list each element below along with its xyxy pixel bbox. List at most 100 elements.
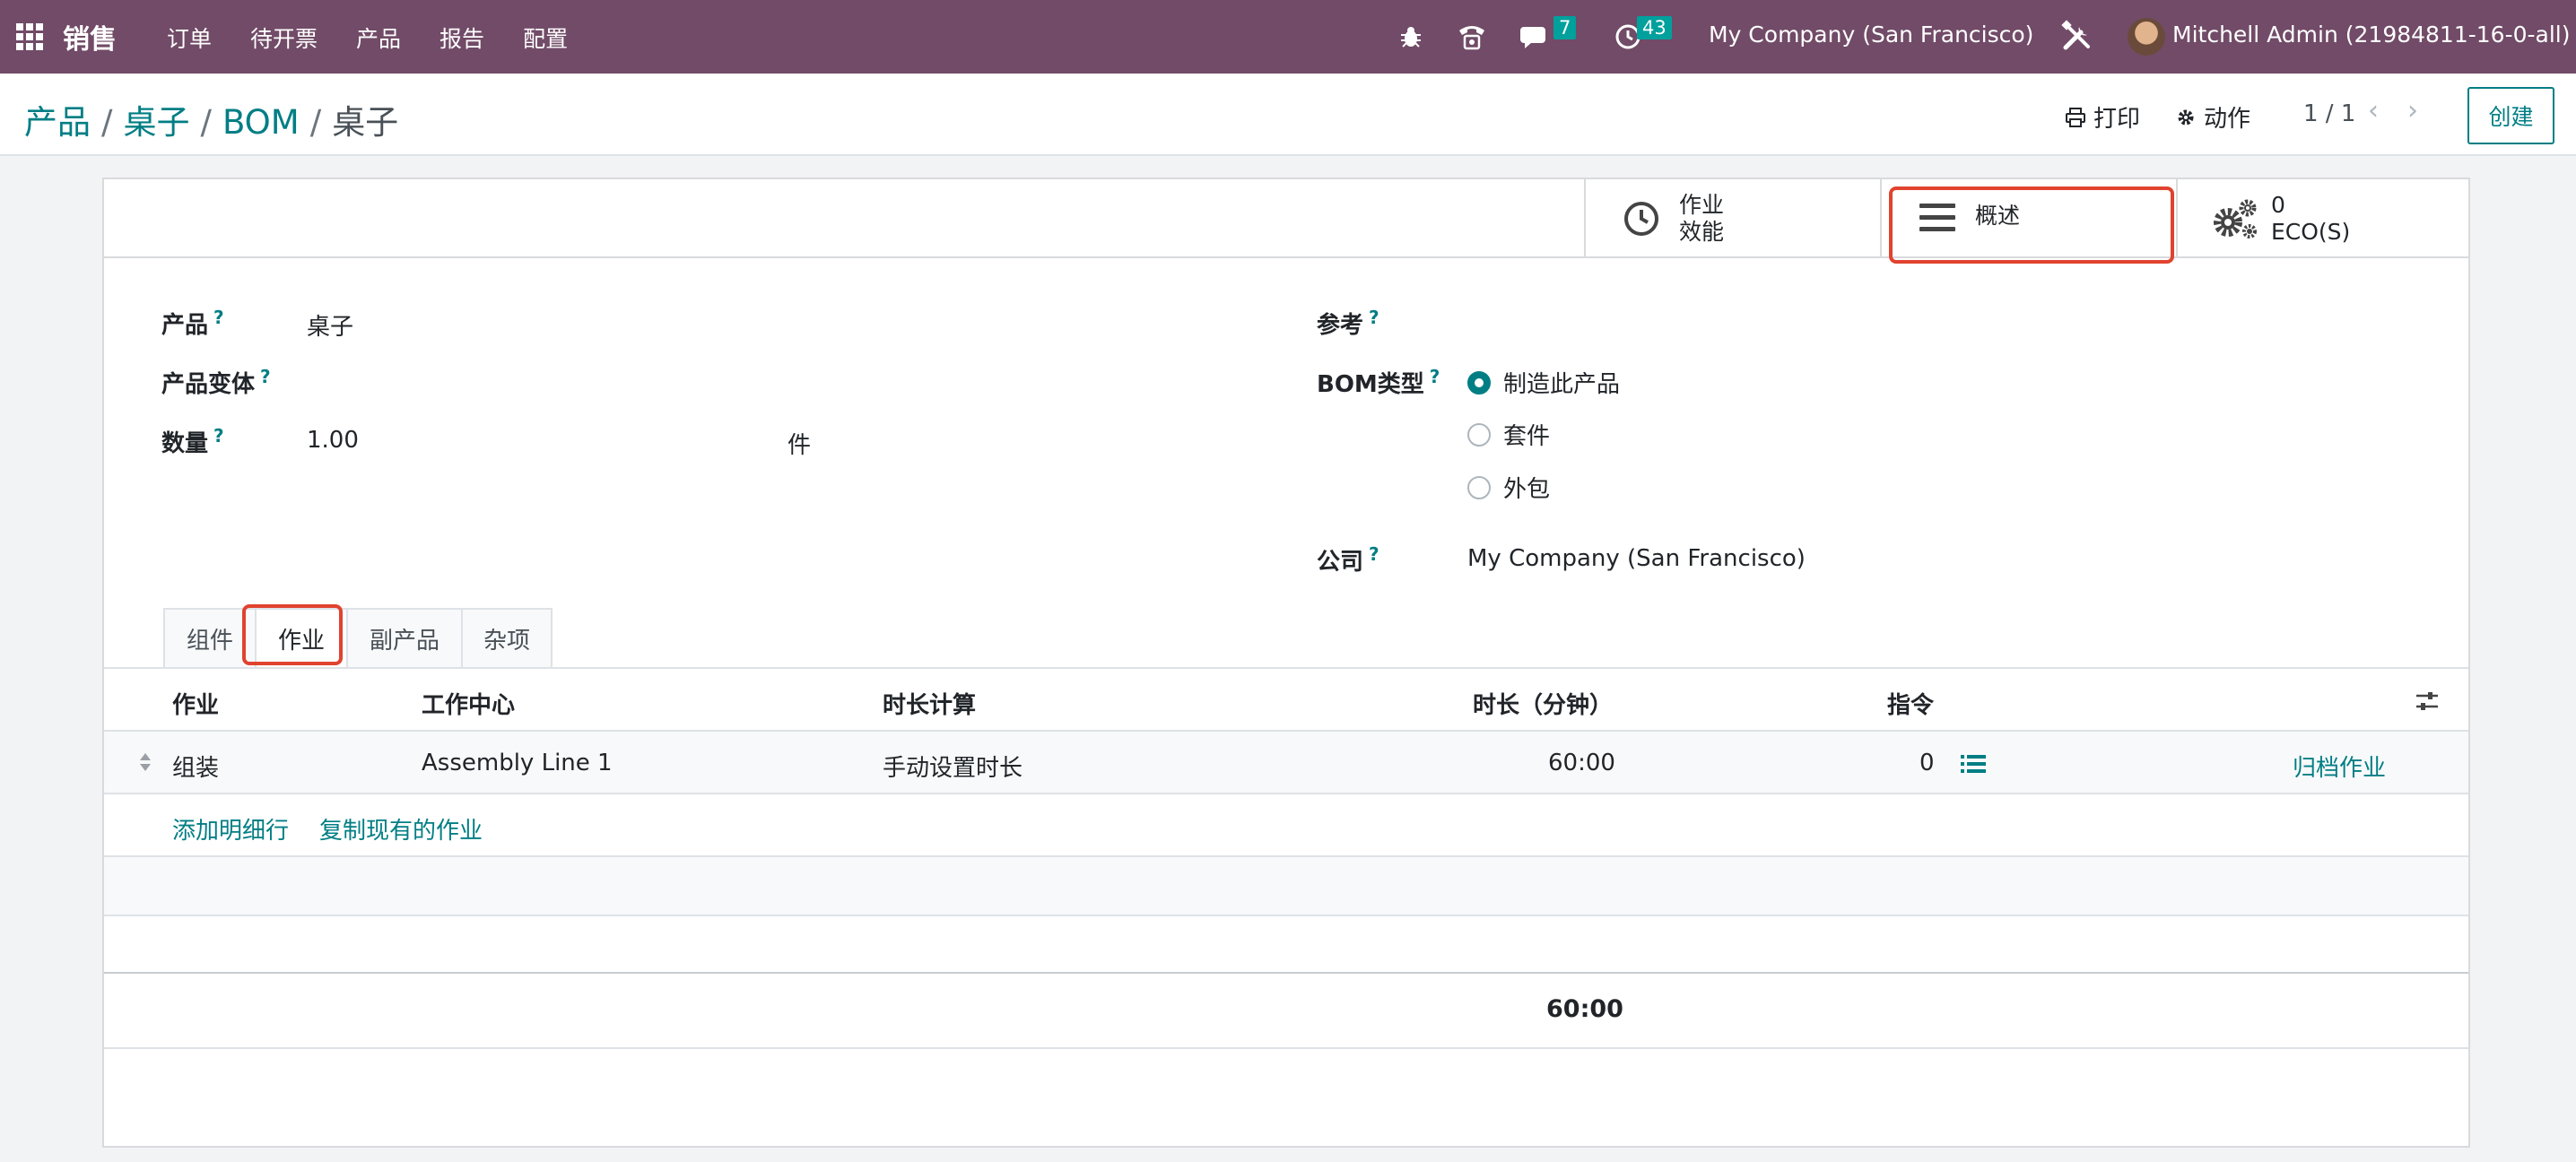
help-icon[interactable]: ? bbox=[213, 307, 224, 328]
efficiency-label-line2: 效能 bbox=[1679, 219, 1725, 245]
messages-count-badge: 7 bbox=[1553, 16, 1577, 39]
archive-operation-button[interactable]: 归档作业 bbox=[2293, 750, 2386, 783]
total-duration: 60:00 bbox=[1546, 995, 1623, 1023]
eco-label: ECO(S) bbox=[2271, 219, 2351, 245]
pager-next-icon[interactable]: › bbox=[2407, 95, 2418, 126]
control-panel: 产品 / 桌子 / BOM / 桌子 打印 动作 1 / 1 ‹ › 创建 bbox=[0, 74, 2576, 156]
operations-efficiency-button[interactable]: 作业 效能 bbox=[1584, 179, 1880, 256]
product-variant-label: 产品变体? bbox=[161, 366, 271, 398]
eco-button[interactable]: 0 ECO(S) bbox=[2176, 179, 2472, 256]
bom-type-option-label: 制造此产品 bbox=[1503, 371, 1621, 398]
instructions-count: 0 bbox=[1919, 750, 1935, 776]
radio-checked-icon bbox=[1467, 370, 1491, 395]
gears-icon bbox=[2214, 199, 2257, 238]
add-line-link[interactable]: 添加明细行 bbox=[172, 812, 289, 845]
tools-icon[interactable] bbox=[2061, 20, 2093, 52]
breadcrumb-separator: / bbox=[200, 103, 212, 142]
quantity-field[interactable]: 1.00 bbox=[307, 427, 359, 454]
uom-field[interactable]: 件 bbox=[788, 427, 811, 460]
menu-item-configuration[interactable]: 配置 bbox=[523, 22, 568, 54]
print-label: 打印 bbox=[2093, 106, 2141, 133]
print-button[interactable]: 打印 bbox=[2065, 100, 2140, 134]
product-label: 产品? bbox=[161, 307, 224, 339]
add-line-row: 添加明细行 复制现有的作业 bbox=[104, 794, 2468, 857]
bom-type-option-label: 外包 bbox=[1503, 476, 1551, 503]
breadcrumb-bom[interactable]: BOM bbox=[222, 103, 300, 142]
notebook-tabs: 组件 作业 副产品 杂项 bbox=[163, 608, 553, 667]
print-icon bbox=[2066, 107, 2085, 127]
column-operation[interactable]: 作业 bbox=[172, 687, 219, 720]
bom-type-radio-subcontracting[interactable]: 外包 bbox=[1467, 471, 1550, 504]
table-row[interactable]: 组装 Assembly Line 1 手动设置时长 60:00 0 归档作业 bbox=[104, 732, 2468, 794]
radio-unchecked-icon bbox=[1467, 422, 1491, 447]
breadcrumb-current: 桌子 bbox=[332, 103, 399, 142]
empty-table-row bbox=[104, 916, 2468, 976]
company-label: 公司? bbox=[1317, 543, 1379, 576]
bom-type-label: BOM类型? bbox=[1317, 366, 1440, 398]
company-switcher[interactable]: My Company (San Francisco) bbox=[1709, 22, 2033, 48]
operations-table-header: 作业 工作中心 时长计算 时长（分钟） 指令 bbox=[104, 669, 2468, 732]
overview-highlight-box bbox=[1889, 186, 2174, 264]
action-label: 动作 bbox=[2204, 106, 2251, 133]
help-icon[interactable]: ? bbox=[1369, 543, 1379, 565]
gear-icon bbox=[2178, 109, 2194, 125]
workcenter-name[interactable]: Assembly Line 1 bbox=[422, 750, 613, 776]
breadcrumb-products[interactable]: 产品 bbox=[24, 103, 91, 142]
tab-byproducts[interactable]: 副产品 bbox=[346, 608, 463, 667]
reference-field[interactable] bbox=[1469, 307, 2007, 339]
menu-item-orders[interactable]: 订单 bbox=[167, 22, 212, 54]
pager-value[interactable]: 1 / 1 bbox=[2303, 100, 2355, 127]
breadcrumb-separator: / bbox=[101, 103, 113, 142]
menu-item-products[interactable]: 产品 bbox=[356, 22, 401, 54]
user-avatar[interactable] bbox=[2128, 18, 2165, 56]
drag-handle-icon[interactable] bbox=[138, 751, 152, 773]
column-duration-minutes[interactable]: 时长（分钟） bbox=[1473, 687, 1613, 720]
top-navbar: 销售 订单 待开票 产品 报告 配置 7 43 My Company (San … bbox=[0, 0, 2576, 74]
messages-icon[interactable] bbox=[1520, 23, 1553, 52]
breadcrumb: 产品 / 桌子 / BOM / 桌子 bbox=[24, 95, 398, 143]
empty-table-row bbox=[104, 857, 2468, 916]
optional-columns-icon[interactable] bbox=[2415, 689, 2440, 714]
bom-type-option-label: 套件 bbox=[1503, 423, 1551, 450]
main-menu: 订单 待开票 产品 报告 配置 bbox=[167, 22, 606, 54]
create-button[interactable]: 创建 bbox=[2467, 87, 2554, 144]
app-name[interactable]: 销售 bbox=[63, 17, 117, 56]
quantity-label: 数量? bbox=[161, 425, 224, 457]
instructions-list-icon[interactable] bbox=[1961, 753, 1986, 775]
breadcrumb-separator: / bbox=[309, 103, 322, 142]
company-field[interactable]: My Company (San Francisco) bbox=[1467, 545, 1806, 572]
column-instructions[interactable]: 指令 bbox=[1887, 687, 1934, 720]
activities-count-badge: 43 bbox=[1637, 16, 1672, 39]
smart-button-box: 作业 效能 概述 0 ECO(S) bbox=[104, 179, 2468, 264]
clock-icon bbox=[1624, 202, 1658, 236]
phone-icon[interactable] bbox=[1457, 22, 1487, 52]
duration-value[interactable]: 60:00 bbox=[1548, 750, 1615, 776]
help-icon[interactable]: ? bbox=[213, 425, 224, 447]
breadcrumb-product[interactable]: 桌子 bbox=[123, 103, 189, 142]
bom-type-radio-manufacture[interactable]: 制造此产品 bbox=[1467, 366, 1620, 399]
apps-menu-icon[interactable] bbox=[16, 23, 43, 50]
action-button[interactable]: 动作 bbox=[2175, 100, 2250, 134]
product-variant-field[interactable] bbox=[307, 366, 666, 398]
help-icon[interactable]: ? bbox=[1369, 307, 1379, 328]
efficiency-label-line1: 作业 bbox=[1679, 192, 1725, 218]
debug-bug-icon[interactable] bbox=[1397, 23, 1424, 50]
column-duration-computation[interactable]: 时长计算 bbox=[883, 687, 976, 720]
radio-unchecked-icon bbox=[1467, 475, 1491, 499]
product-field[interactable]: 桌子 bbox=[307, 308, 353, 342]
operations-tab-highlight-box bbox=[242, 604, 343, 665]
copy-existing-operations-link[interactable]: 复制现有的作业 bbox=[319, 812, 483, 845]
table-footer-totals: 60:00 bbox=[104, 972, 2468, 1049]
form-sheet: 作业 效能 概述 0 ECO(S) 产品 ? 桌子 产品变体 ? 数量 ? 1.… bbox=[102, 178, 2470, 1148]
menu-item-to-invoice[interactable]: 待开票 bbox=[250, 22, 318, 54]
column-workcenter[interactable]: 工作中心 bbox=[422, 687, 515, 720]
tab-miscellaneous[interactable]: 杂项 bbox=[461, 608, 553, 667]
operation-name[interactable]: 组装 bbox=[172, 750, 219, 783]
menu-item-reporting[interactable]: 报告 bbox=[439, 22, 484, 54]
user-menu[interactable]: Mitchell Admin (21984811-16-0-all) bbox=[2172, 22, 2571, 48]
help-icon[interactable]: ? bbox=[1430, 366, 1440, 387]
bom-type-radio-kit[interactable]: 套件 bbox=[1467, 418, 1550, 451]
pager-previous-icon[interactable]: ‹ bbox=[2368, 95, 2379, 126]
duration-computation[interactable]: 手动设置时长 bbox=[883, 750, 1023, 783]
help-icon[interactable]: ? bbox=[260, 366, 271, 387]
